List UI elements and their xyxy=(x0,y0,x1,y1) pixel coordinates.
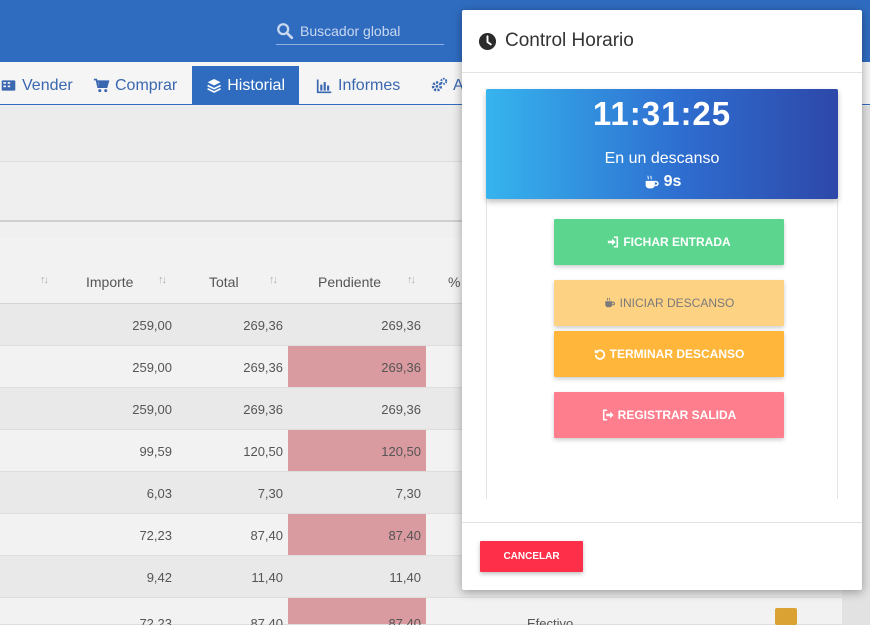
button-label: REGISTRAR SALIDA xyxy=(617,408,737,422)
break-elapsed: 9s xyxy=(663,173,682,190)
clock-hero: 11:31:25 En un descanso 9s xyxy=(486,89,838,199)
modal-footer: CANCELAR xyxy=(462,522,862,590)
sign-out-icon xyxy=(602,409,614,421)
modal-title: Control Horario xyxy=(505,30,634,51)
time-card: 11:31:25 En un descanso 9s FICHAR ENTRAD… xyxy=(486,89,838,499)
end-break-button[interactable]: TERMINAR DESCANSO xyxy=(554,331,784,377)
time-control-modal: Control Horario 11:31:25 En un descanso … xyxy=(462,10,862,590)
sign-in-icon xyxy=(608,236,619,248)
current-time: 11:31:25 xyxy=(592,95,732,132)
status-text: En un descanso xyxy=(604,150,720,167)
button-label: INICIAR DESCANSO xyxy=(619,296,735,310)
start-break-button[interactable]: INICIAR DESCANSO xyxy=(554,280,784,326)
modal-header: Control Horario xyxy=(462,10,862,73)
button-label: FICHAR ENTRADA xyxy=(623,235,731,249)
button-label: TERMINAR DESCANSO xyxy=(609,347,745,361)
clock-in-button[interactable]: FICHAR ENTRADA xyxy=(554,219,784,265)
coffee-icon xyxy=(604,297,615,308)
break-timer: 9s xyxy=(486,173,838,191)
clock-out-button[interactable]: REGISTRAR SALIDA xyxy=(554,392,784,438)
clock-icon xyxy=(478,32,497,50)
coffee-icon xyxy=(645,175,659,188)
undo-icon xyxy=(594,349,605,360)
cancel-button[interactable]: CANCELAR xyxy=(480,541,583,572)
